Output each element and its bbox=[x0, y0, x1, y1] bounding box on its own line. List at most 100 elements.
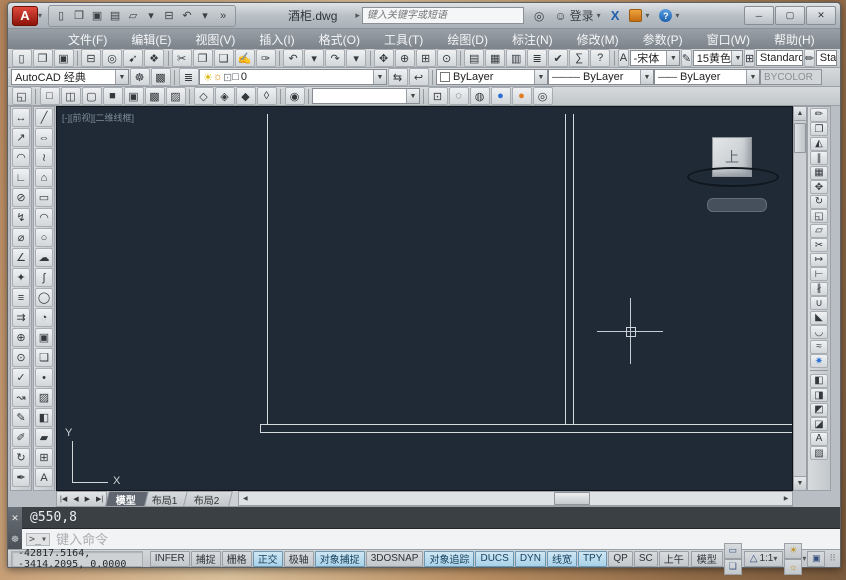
copy-clip-icon[interactable]: ❐ bbox=[193, 49, 213, 67]
pan-icon[interactable]: ✥ bbox=[374, 49, 394, 67]
exchange-apps-icon[interactable]: X bbox=[611, 8, 620, 23]
cut-icon[interactable]: ✂ bbox=[172, 49, 192, 67]
block-editor-icon[interactable]: ✑ bbox=[256, 49, 276, 67]
layer-select[interactable]: ☀☼⊡□ 0 ▼ bbox=[199, 69, 387, 85]
stretch-icon[interactable]: ▱ bbox=[810, 224, 828, 238]
circle-icon[interactable]: ○ bbox=[35, 228, 53, 247]
save-icon[interactable]: ▣ bbox=[88, 7, 106, 24]
toggle-lineweight[interactable]: 线宽 bbox=[547, 551, 577, 567]
move-icon[interactable]: ✥ bbox=[810, 180, 828, 194]
vs-wireframe-icon[interactable]: ◫ bbox=[61, 87, 81, 105]
toggle-ducs[interactable]: DUCS bbox=[475, 551, 513, 567]
export-dropdown-icon[interactable]: ▾ bbox=[142, 7, 160, 24]
point-icon[interactable]: • bbox=[35, 368, 53, 387]
zoom-realtime-icon[interactable]: ⊕ bbox=[395, 49, 415, 67]
dimension-style-select[interactable]: 15黄色▼ bbox=[693, 50, 744, 66]
extend-icon[interactable]: ↦ bbox=[810, 253, 828, 267]
viewcube-ucs-pill[interactable] bbox=[707, 198, 767, 212]
menu-item[interactable]: 绘图(D) bbox=[435, 29, 500, 50]
scroll-left-icon[interactable]: ◀ bbox=[239, 493, 251, 504]
menu-item[interactable]: 帮助(H) bbox=[762, 29, 827, 50]
tab-first-icon[interactable]: |◀ bbox=[57, 495, 70, 503]
more-commands-icon[interactable]: » bbox=[214, 7, 232, 24]
toggle-selectioncycling[interactable]: SC bbox=[634, 551, 658, 567]
arc-length-dimension-icon[interactable]: ◠ bbox=[12, 148, 30, 167]
tab-model[interactable]: 模型 bbox=[105, 491, 149, 506]
linetype-select[interactable]: ———ByLayer▼ bbox=[548, 69, 654, 85]
camera-icon[interactable]: ◉ bbox=[285, 87, 305, 105]
plot-preview-icon[interactable]: ◎ bbox=[102, 49, 122, 67]
toggle-quickproperties[interactable]: QP bbox=[608, 551, 632, 567]
view-manager-icon[interactable]: ◱ bbox=[12, 87, 32, 105]
undo-icon[interactable]: ↶ bbox=[283, 49, 303, 67]
ellipse-arc-icon[interactable]: ◔ bbox=[35, 308, 53, 327]
toggle-osnap[interactable]: 对象捕捉 bbox=[315, 551, 365, 567]
toggle-grid[interactable]: 栅格 bbox=[222, 551, 252, 567]
linear-dimension-icon[interactable]: ↔ bbox=[12, 108, 30, 127]
copy-icon[interactable]: ❐ bbox=[810, 122, 828, 136]
security-lock-button[interactable]: ▾ bbox=[629, 9, 649, 22]
quick-view-drawings-icon[interactable]: ❏ bbox=[724, 559, 742, 575]
annotation-visibility-icon[interactable]: ☀ bbox=[784, 543, 802, 559]
chamfer-icon[interactable]: ◣ bbox=[810, 311, 828, 325]
toggle-3dosnap[interactable]: 3DOSNAP bbox=[366, 551, 424, 567]
bring-to-front-icon[interactable]: ◧ bbox=[810, 374, 828, 388]
tolerance-icon[interactable]: ⊕ bbox=[12, 328, 30, 347]
workspace-save-icon[interactable]: ▩ bbox=[151, 68, 171, 86]
vertical-scroll-thumb[interactable] bbox=[794, 123, 806, 153]
vs-face-shaded-icon[interactable]: ◆ bbox=[236, 87, 256, 105]
viewport-label[interactable]: [-][前视][二维线框] bbox=[62, 111, 134, 124]
join-icon[interactable]: ∪ bbox=[810, 296, 828, 310]
resize-grip-icon[interactable]: ⠿ bbox=[829, 553, 837, 564]
horizontal-scroll-thumb[interactable] bbox=[554, 492, 590, 505]
diameter-dimension-icon[interactable]: ⌀ bbox=[12, 228, 30, 247]
multileader-style-select[interactable]: Standard bbox=[816, 50, 837, 66]
jogged-dimension-icon[interactable]: ↯ bbox=[12, 208, 30, 227]
model-space-button[interactable]: 模型 bbox=[691, 551, 723, 567]
paste-icon[interactable]: ❑ bbox=[214, 49, 234, 67]
workspace-settings-icon[interactable]: ☸ bbox=[130, 68, 150, 86]
dimension-style-icon[interactable]: ✒ bbox=[12, 468, 30, 487]
polyline-icon[interactable]: ≀ bbox=[35, 148, 53, 167]
annotation-dropdown-icon[interactable]: ▾ bbox=[802, 554, 806, 563]
menu-item[interactable]: 文件(F) bbox=[56, 29, 119, 50]
polygon-icon[interactable]: ⌂ bbox=[35, 168, 53, 187]
inspection-icon[interactable]: ✓ bbox=[12, 368, 30, 387]
sheetset-manager-icon[interactable]: ≣ bbox=[527, 49, 547, 67]
app-menu-dropdown-icon[interactable]: ▾ bbox=[38, 11, 42, 20]
mirror-icon[interactable]: ◭ bbox=[810, 137, 828, 151]
color-select[interactable]: ByLayer▼ bbox=[436, 69, 548, 85]
zoom-previous-icon[interactable]: ⊙ bbox=[437, 49, 457, 67]
toggle-transparency[interactable]: TPY bbox=[578, 551, 607, 567]
render-preset-blue-icon[interactable]: ● bbox=[491, 87, 511, 105]
advanced-render-settings-icon[interactable]: ◍ bbox=[470, 87, 490, 105]
lineweight-select[interactable]: ——ByLayer▼ bbox=[654, 69, 760, 85]
command-history[interactable]: @550,8 bbox=[22, 507, 840, 529]
toggle-otrack[interactable]: 对象追踪 bbox=[424, 551, 474, 567]
menu-item[interactable]: 标注(N) bbox=[500, 29, 565, 50]
annotation-scale-button[interactable]: △ 1:1 ▾ bbox=[744, 551, 784, 567]
vs-sketchy-icon[interactable]: ▨ bbox=[166, 87, 186, 105]
menu-item[interactable]: 修改(M) bbox=[565, 29, 631, 50]
menu-item[interactable]: 编辑(E) bbox=[119, 29, 183, 50]
dimension-update-icon[interactable]: ↻ bbox=[12, 448, 30, 467]
quick-view-layouts-icon[interactable]: ▭ bbox=[724, 543, 742, 559]
ellipse-icon[interactable]: ◯ bbox=[35, 288, 53, 307]
vs-face-xray-icon[interactable]: ◊ bbox=[257, 87, 277, 105]
dimension-edit-icon[interactable]: ✎ bbox=[12, 408, 30, 427]
render-icon[interactable]: ◎ bbox=[533, 87, 553, 105]
render-region-icon[interactable]: ⊡ bbox=[428, 87, 448, 105]
plot-icon[interactable]: ⊟ bbox=[160, 7, 178, 24]
ordinate-dimension-icon[interactable]: ∟ bbox=[12, 168, 30, 187]
construction-line-icon[interactable]: ⇔ bbox=[35, 128, 53, 147]
dimension-text-edit-icon[interactable]: ✐ bbox=[12, 428, 30, 447]
search-input[interactable] bbox=[362, 7, 524, 24]
send-under-icon[interactable]: ◪ bbox=[810, 417, 828, 431]
toggle-dyn[interactable]: DYN bbox=[515, 551, 546, 567]
hatch-icon[interactable]: ▨ bbox=[35, 388, 53, 407]
dwf-icon[interactable]: ❖ bbox=[144, 49, 164, 67]
menu-item[interactable]: 格式(O) bbox=[307, 29, 372, 50]
array-icon[interactable]: ▦ bbox=[810, 166, 828, 180]
send-to-back-icon[interactable]: ◨ bbox=[810, 388, 828, 402]
break-at-point-icon[interactable]: ⊢ bbox=[810, 267, 828, 281]
